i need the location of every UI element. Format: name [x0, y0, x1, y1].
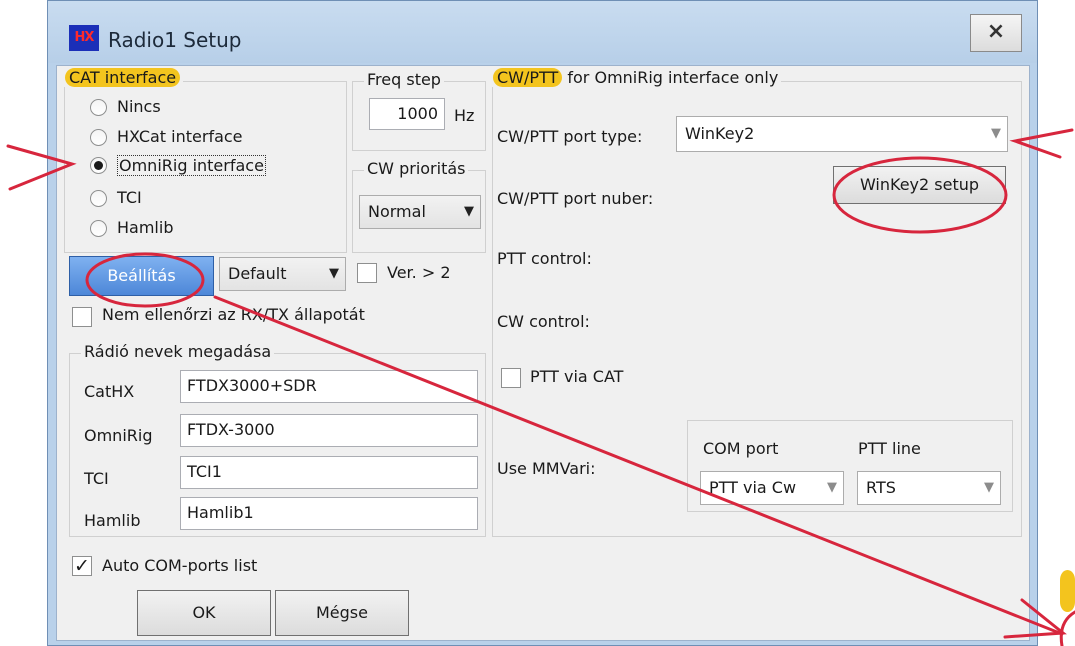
arrow-left-annotation [6, 144, 77, 191]
highlight-fragment-annotation [1060, 570, 1075, 612]
circle-beallitas-annotation [85, 252, 205, 308]
arrow-right-annotation [1009, 128, 1074, 159]
circle-fragment-annotation [1059, 610, 1075, 646]
annotation-overlay [6, 128, 1075, 646]
circle-winkey-annotation [832, 156, 1008, 234]
long-pointer-annotation [213, 295, 1064, 636]
